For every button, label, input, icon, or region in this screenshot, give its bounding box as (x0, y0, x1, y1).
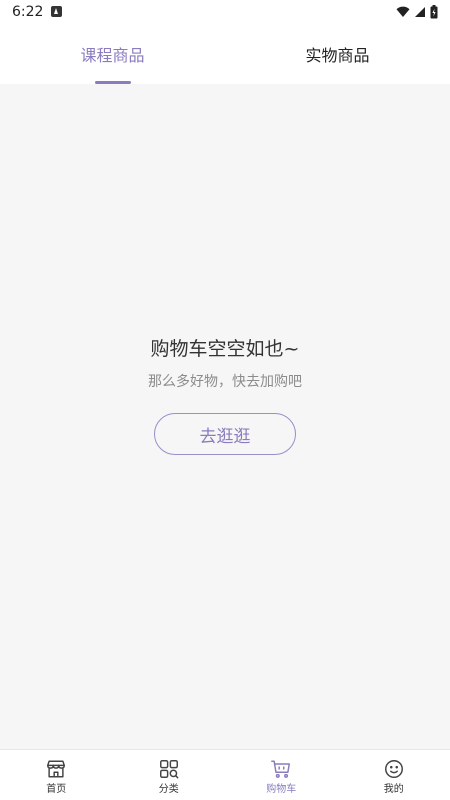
tab-physical-goods-label: 实物商品 (305, 46, 370, 65)
go-shopping-button[interactable]: 去逛逛 (154, 413, 296, 455)
nav-label-home: 首页 (46, 784, 67, 795)
tab-physical-goods[interactable]: 实物商品 (225, 24, 450, 84)
smiley-icon (384, 760, 403, 778)
tab-course-goods[interactable]: 课程商品 (0, 24, 225, 84)
nav-item-category[interactable]: 分类 (113, 750, 226, 800)
status-time: 6:22 (12, 4, 44, 20)
bottom-nav: 首页 分类 购物车 我的 (0, 749, 450, 800)
nav-label-cart: 购物车 (266, 784, 297, 795)
nav-label-category: 分类 (158, 784, 179, 795)
nav-label-mine: 我的 (383, 784, 404, 795)
wifi-icon (396, 6, 410, 17)
status-bar: 6:22 (0, 0, 450, 24)
nav-item-home[interactable]: 首页 (0, 750, 113, 800)
nav-item-mine[interactable]: 我的 (338, 750, 450, 800)
active-tab-indicator (94, 81, 131, 84)
cart-icon (271, 760, 291, 778)
tab-course-goods-label: 课程商品 (80, 46, 145, 65)
goods-type-tabs: 课程商品 实物商品 (0, 24, 450, 84)
nav-item-cart[interactable]: 购物车 (225, 750, 338, 800)
empty-cart-title: 购物车空空如也~ (150, 338, 300, 360)
signal-icon (415, 7, 425, 17)
store-icon (47, 760, 66, 778)
category-grid-icon (159, 760, 179, 779)
battery-icon (430, 5, 438, 19)
status-icons (396, 4, 438, 20)
app-notification-icon (51, 6, 62, 17)
empty-cart-subtitle: 那么多好物，快去加购吧 (148, 374, 302, 390)
